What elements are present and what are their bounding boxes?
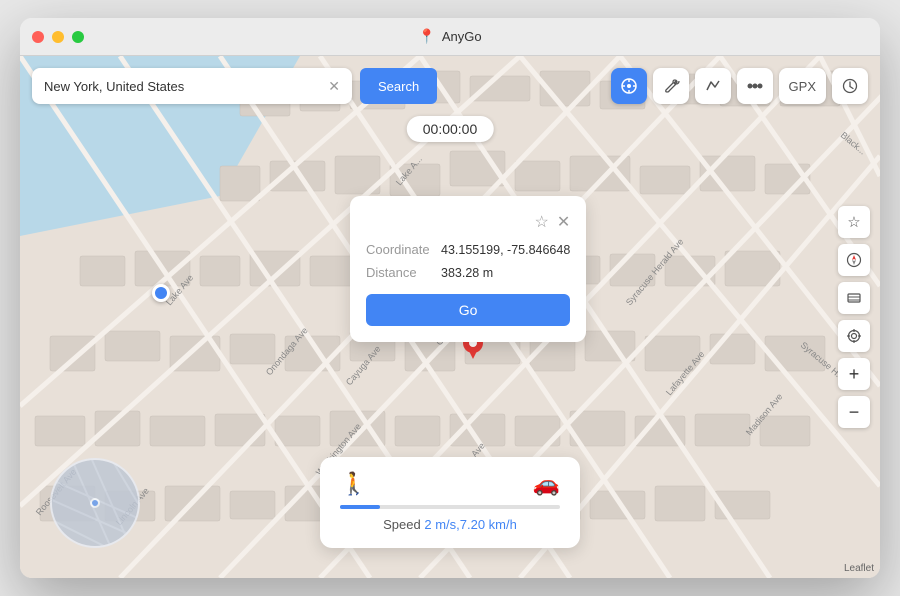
coordinate-value: 43.155199, -75.846648 xyxy=(441,243,570,257)
minimize-button[interactable] xyxy=(52,31,64,43)
nodes-icon xyxy=(746,77,764,95)
app-icon: 📍 xyxy=(418,28,435,45)
layers-button[interactable] xyxy=(838,282,870,314)
layers-icon xyxy=(846,290,862,306)
search-area: ✕ xyxy=(32,68,352,104)
mini-map xyxy=(50,458,140,548)
map-container[interactable]: Lake Ave Onondaga Ave Cayuga Ave Oswego … xyxy=(20,56,880,578)
distance-label: Distance xyxy=(366,265,441,280)
mini-map-svg xyxy=(52,460,140,548)
zoom-in-button[interactable]: + xyxy=(838,358,870,390)
speed-panel: 🚶 🚗 Speed 2 m/s,7.20 km/h xyxy=(320,457,580,548)
leaflet-badge: Leaflet xyxy=(844,563,874,574)
route-tool-2-button[interactable] xyxy=(695,68,731,104)
walk-icon: 🚶 xyxy=(340,471,367,497)
close-button[interactable] xyxy=(32,31,44,43)
popup-close-button[interactable]: ✕ xyxy=(557,212,570,232)
speed-label: Speed xyxy=(383,517,421,532)
titlebar: 📍 AnyGo xyxy=(20,18,880,56)
car-icon: 🚗 xyxy=(533,471,560,497)
crosshair-icon xyxy=(620,77,638,95)
star-button[interactable]: ☆ xyxy=(838,206,870,238)
wrench-icon xyxy=(662,77,680,95)
popup-header: ☆ ✕ xyxy=(366,212,570,232)
clock-button[interactable] xyxy=(832,68,868,104)
toolbar-right: GPX xyxy=(611,68,868,104)
search-input[interactable] xyxy=(44,79,328,94)
traffic-lights xyxy=(32,31,84,43)
route-tool-3-button[interactable] xyxy=(737,68,773,104)
distance-row: Distance 383.28 m xyxy=(366,265,570,280)
popup-star-button[interactable]: ☆ xyxy=(535,212,549,232)
coordinate-label: Coordinate xyxy=(366,242,441,257)
go-button[interactable]: Go xyxy=(366,294,570,326)
timer-badge: 00:00:00 xyxy=(407,116,494,142)
leaflet-label: Leaflet xyxy=(844,563,874,574)
compass-button[interactable] xyxy=(838,244,870,276)
crosshair-tool-button[interactable] xyxy=(611,68,647,104)
clock-icon xyxy=(842,78,858,94)
app-name: AnyGo xyxy=(442,29,482,44)
maximize-button[interactable] xyxy=(72,31,84,43)
target-button[interactable] xyxy=(838,320,870,352)
coordinate-row: Coordinate 43.155199, -75.846648 xyxy=(366,242,570,257)
app-window: 📍 AnyGo xyxy=(20,18,880,578)
gpx-button[interactable]: GPX xyxy=(779,68,826,104)
right-tools: ☆ xyxy=(838,206,870,428)
clear-icon[interactable]: ✕ xyxy=(328,78,340,95)
timer-value: 00:00:00 xyxy=(423,121,478,137)
speed-text: Speed 2 m/s,7.20 km/h xyxy=(340,517,560,532)
top-bar: ✕ Search xyxy=(32,68,868,104)
app-title: 📍 AnyGo xyxy=(418,28,481,45)
path-icon xyxy=(704,77,722,95)
mini-map-grid xyxy=(52,460,138,546)
speed-slider-track[interactable] xyxy=(340,505,560,509)
speed-icons: 🚶 🚗 xyxy=(340,471,560,497)
compass-icon xyxy=(846,252,862,268)
info-popup: ☆ ✕ Coordinate 43.155199, -75.846648 Dis… xyxy=(350,196,586,342)
distance-value: 383.28 m xyxy=(441,266,493,280)
route-tool-1-button[interactable] xyxy=(653,68,689,104)
speed-slider-fill xyxy=(340,505,380,509)
location-dot xyxy=(152,284,170,302)
zoom-out-button[interactable]: − xyxy=(838,396,870,428)
target-icon xyxy=(846,328,862,344)
search-button[interactable]: Search xyxy=(360,68,437,104)
speed-value: 2 m/s,7.20 km/h xyxy=(424,517,516,532)
